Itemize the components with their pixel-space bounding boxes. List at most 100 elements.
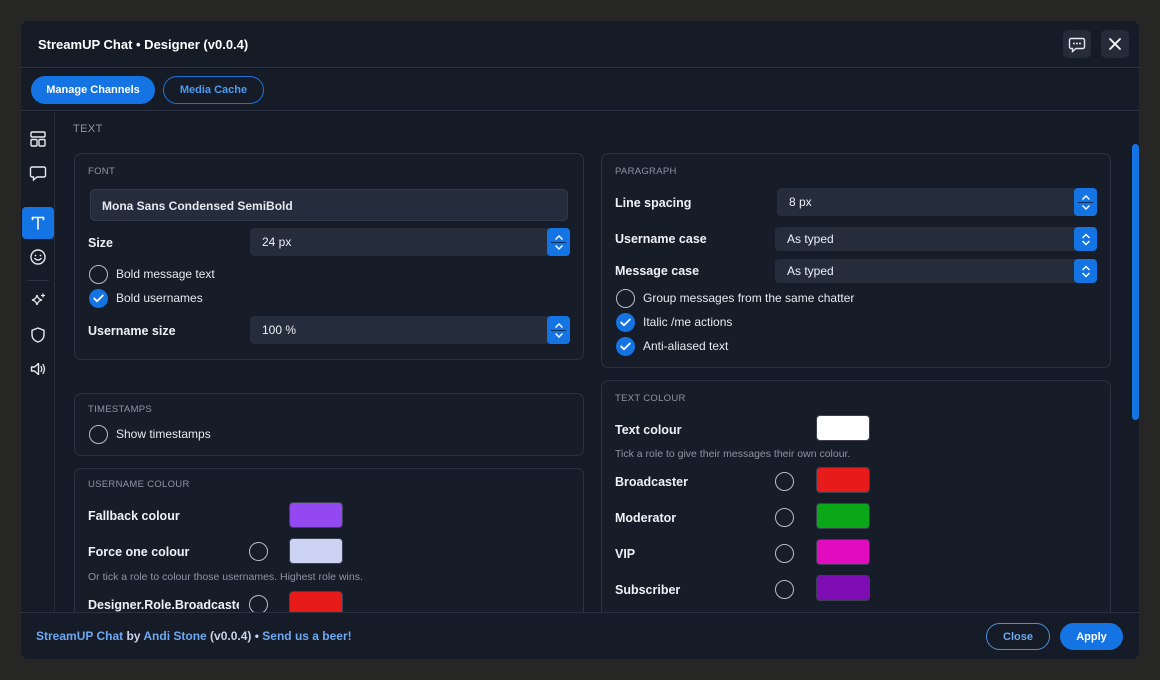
role-subscriber-checkbox[interactable] [775, 580, 794, 599]
apply-button[interactable]: Apply [1060, 623, 1123, 650]
sidebar-item-emotes[interactable] [22, 241, 54, 273]
manage-channels-button[interactable]: Manage Channels [31, 76, 155, 104]
chevron-down-icon [1081, 240, 1090, 245]
footer-app-link[interactable]: StreamUP Chat [36, 629, 123, 643]
show-timestamps-label: Show timestamps [116, 427, 211, 441]
message-case-arrows[interactable] [1074, 259, 1097, 283]
role-subscriber-label: Subscriber [615, 583, 681, 597]
sidebar-item-messages[interactable] [22, 157, 54, 189]
show-timestamps-checkbox[interactable] [89, 425, 108, 444]
force-colour-checkbox[interactable] [249, 542, 268, 561]
bold-message-checkbox[interactable] [89, 265, 108, 284]
sidebar-item-text[interactable] [22, 207, 54, 239]
title-bar: StreamUP Chat • Designer (v0.0.4) [21, 21, 1139, 68]
chevron-up-icon [1081, 233, 1090, 238]
role-broadcaster-swatch[interactable] [816, 467, 870, 493]
role-vip-checkbox[interactable] [775, 544, 794, 563]
chevron-up-icon[interactable] [554, 322, 564, 329]
text-colour-swatch[interactable] [816, 415, 870, 441]
force-colour-swatch[interactable] [289, 538, 343, 564]
username-case-arrows[interactable] [1074, 227, 1097, 251]
media-cache-button[interactable]: Media Cache [163, 76, 264, 104]
designer-window: StreamUP Chat • Designer (v0.0.4) Manage… [21, 21, 1139, 659]
font-name-value: Mona Sans Condensed SemiBold [102, 199, 293, 213]
anti-aliased-label: Anti-aliased text [643, 339, 729, 353]
role-broadcaster-checkbox[interactable] [775, 472, 794, 491]
username-case-select[interactable]: As typed [775, 227, 1097, 251]
paragraph-card-header: PARAGRAPH [615, 166, 677, 177]
toolbar: Manage Channels Media Cache [21, 69, 1139, 111]
footer-beer-link[interactable]: Send us a beer! [262, 629, 351, 643]
timestamps-card: TIMESTAMPS Show timestamps [74, 393, 584, 456]
text-icon [31, 216, 45, 230]
font-card-header: FONT [88, 166, 116, 177]
username-size-spin-buttons[interactable] [547, 316, 570, 344]
chat-bubble-icon [29, 166, 47, 182]
sidebar-item-moderation[interactable] [22, 319, 54, 351]
role-subscriber-swatch[interactable] [816, 575, 870, 601]
size-stepper[interactable]: 24 px [250, 228, 570, 256]
footer-author-link[interactable]: Andi Stone [143, 629, 206, 643]
text-colour-label: Text colour [615, 423, 682, 437]
bold-usernames-checkbox[interactable] [89, 289, 108, 308]
broadcaster-role-checkbox[interactable] [249, 595, 268, 612]
username-size-value: 100 % [262, 323, 297, 337]
footer-version-text: (v0.0.4) • [206, 629, 263, 643]
close-window-button[interactable] [1101, 30, 1129, 58]
bold-usernames-label: Bold usernames [116, 291, 203, 305]
message-case-value: As typed [787, 264, 834, 278]
broadcaster-role-swatch[interactable] [289, 591, 343, 612]
timestamps-card-header: TIMESTAMPS [88, 404, 153, 415]
scrollbar-thumb[interactable] [1132, 144, 1139, 420]
italic-me-label: Italic /me actions [643, 315, 733, 329]
role-moderator-checkbox[interactable] [775, 508, 794, 527]
sidebar-item-layout[interactable] [22, 123, 54, 155]
font-name-input[interactable]: Mona Sans Condensed SemiBold [90, 189, 568, 221]
footer-by-text: by [123, 629, 144, 643]
chevron-down-icon[interactable] [1081, 204, 1091, 211]
line-spacing-value: 8 px [789, 195, 812, 209]
close-icon [1109, 38, 1121, 50]
checkmark-icon [620, 318, 631, 327]
chevron-down-icon[interactable] [554, 244, 564, 251]
chat-preview-button[interactable] [1063, 30, 1091, 58]
username-size-stepper[interactable]: 100 % [250, 316, 570, 344]
sidebar-item-sound[interactable] [22, 353, 54, 385]
broadcaster-role-label: Designer.Role.Broadcaste [88, 598, 239, 612]
username-colour-card: USERNAME COLOUR Fallback colour Force on… [74, 468, 584, 612]
close-button[interactable]: Close [986, 623, 1050, 650]
scrollbar[interactable] [1131, 142, 1139, 612]
line-spacing-spin-buttons[interactable] [1074, 188, 1097, 216]
text-colour-card-header: TEXT COLOUR [615, 393, 686, 404]
chevron-up-icon[interactable] [554, 234, 564, 241]
role-vip-swatch[interactable] [816, 539, 870, 565]
footer-credits: StreamUP Chat by Andi Stone (v0.0.4) • S… [36, 629, 352, 643]
sidebar-divider [27, 280, 49, 281]
sidebar-item-effects[interactable] [22, 285, 54, 317]
font-card: FONT Mona Sans Condensed SemiBold Size 2… [74, 153, 584, 360]
chevron-down-icon[interactable] [554, 332, 564, 339]
username-case-value: As typed [787, 232, 834, 246]
line-spacing-stepper[interactable]: 8 px [777, 188, 1097, 216]
fallback-colour-swatch[interactable] [289, 502, 343, 528]
spin-separator [551, 241, 566, 243]
role-moderator-label: Moderator [615, 511, 677, 525]
message-case-select[interactable]: As typed [775, 259, 1097, 283]
smiley-icon [30, 249, 46, 265]
chevron-up-icon[interactable] [1081, 194, 1091, 201]
checkmark-icon [620, 342, 631, 351]
username-colour-hint: Or tick a role to colour those usernames… [88, 571, 363, 583]
group-messages-checkbox[interactable] [616, 289, 635, 308]
italic-me-checkbox[interactable] [616, 313, 635, 332]
size-spin-buttons[interactable] [547, 228, 570, 256]
role-moderator-swatch[interactable] [816, 503, 870, 529]
bold-message-label: Bold message text [116, 267, 215, 281]
footer: StreamUP Chat by Andi Stone (v0.0.4) • S… [21, 612, 1139, 659]
group-messages-label: Group messages from the same chatter [643, 291, 855, 305]
chevron-up-icon [1081, 265, 1090, 270]
shield-icon [31, 327, 45, 343]
anti-aliased-checkbox[interactable] [616, 337, 635, 356]
fallback-colour-label: Fallback colour [88, 509, 180, 523]
sidebar [21, 112, 55, 612]
role-vip-label: VIP [615, 547, 636, 561]
